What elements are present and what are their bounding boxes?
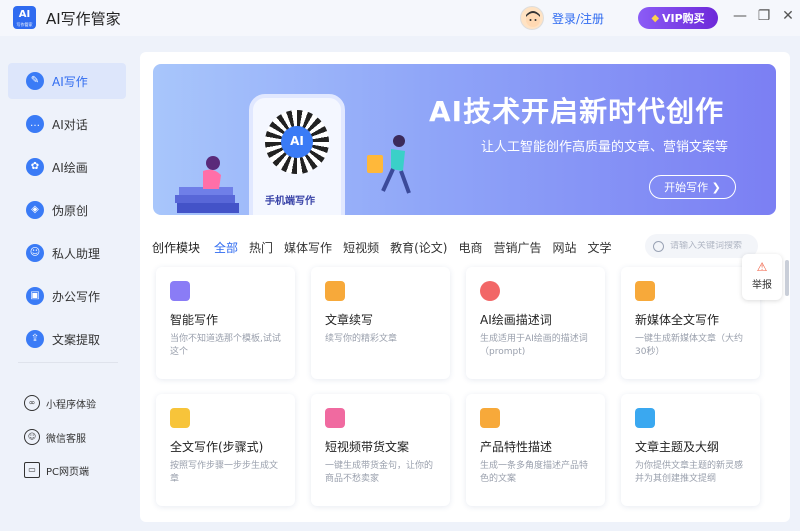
card-continue-writing[interactable]: 文章续写 续写你的精彩文章 [311,267,450,379]
tab-short-video[interactable]: 短视频 [343,239,379,256]
running-person-illustration [367,135,411,194]
mini-program-link[interactable]: ∞ 小程序体验 [24,395,96,411]
document-list-icon [170,408,190,428]
document-icon [325,281,345,301]
sidebar-item-label: AI写作 [52,74,88,89]
rewrite-icon: ◈ [26,201,44,219]
tab-all[interactable]: 全部 [214,239,238,256]
sidebar-item-copy-extract[interactable]: ⇪ 文案提取 [8,321,126,357]
main-panel: AI 手机端写作 AI技术开启新时代创作 让人工智能创作高质量的文章、营销文案等… [140,52,790,522]
restore-button[interactable]: ❐ [755,8,773,24]
document-pen-icon [170,281,190,301]
office-icon: ▣ [26,287,44,305]
category-label: 创作模块 [152,240,201,255]
tab-marketing[interactable]: 营销广告 [493,239,541,256]
sidebar-item-label: 伪原创 [52,203,89,218]
sidebar-item-label: 办公写作 [52,289,101,304]
chat-bubble-icon: … [26,115,44,133]
search-input[interactable] [670,241,755,251]
sidebar-divider [18,362,118,363]
monitor-icon: ▭ [24,462,40,478]
card-step-writing[interactable]: 全文写作(步骤式) 按照写作步骤一步步生成文章 [156,394,295,506]
palette-icon: ✿ [26,158,44,176]
tab-website[interactable]: 网站 [552,239,576,256]
close-button[interactable]: ✕ [779,8,797,24]
document-icon [635,281,655,301]
sidebar-item-ai-chat[interactable]: … AI对话 [8,106,126,142]
assistant-icon: ☺ [26,244,44,262]
sidebar-item-label: AI对话 [52,117,88,132]
banner-subtitle: 让人工智能创作高质量的文章、营销文案等 [481,140,729,155]
pc-web-link[interactable]: ▭ PC网页端 [24,462,89,478]
user-avatar[interactable] [520,6,544,30]
card-smart-writing[interactable]: 智能写作 当你不知道选那个模板,试试这个 [156,267,295,379]
tab-education[interactable]: 教育(论文) [390,239,447,256]
search-icon [653,240,664,252]
sidebar-item-personal-assistant[interactable]: ☺ 私人助理 [8,235,126,271]
card-article-outline[interactable]: 文章主题及大纲 为你提供文章主题的新灵感 并为其创建推文提纲 [621,394,760,506]
tab-literature[interactable]: 文学 [588,239,612,256]
report-label: 举报 [752,280,772,291]
app-title: AI写作管家 [46,10,121,28]
mini-program-icon: ∞ [24,395,40,411]
tab-hot[interactable]: 热门 [249,239,273,256]
scrollbar[interactable] [785,260,789,296]
reading-person-illustration [175,156,239,213]
sidebar-item-office-writing[interactable]: ▣ 办公写作 [8,278,126,314]
card-short-video-copy[interactable]: 短视频带货文案 一键生成带货金句，让你的商品不愁卖家 [311,394,450,506]
palette-icon [480,281,500,301]
diamond-icon: ◆ [651,12,660,24]
app-logo: AI 写作管家 [13,6,36,29]
alarm-icon: ⚠ [756,260,768,274]
video-play-icon [325,408,345,428]
vip-purchase-button[interactable]: ◆ VIP购买 [638,7,718,29]
vip-label: VIP购买 [662,12,705,25]
phone-writing-label: 手机端写作 [265,196,315,207]
tab-media-writing[interactable]: 媒体写作 [284,239,332,256]
sidebar-item-label: 私人助理 [52,246,101,261]
sidebar-item-label: 文案提取 [52,332,101,347]
report-button[interactable]: ⚠ 举报 [742,254,782,300]
start-writing-button[interactable]: 开始写作 ❯ [649,175,736,199]
qr-logo: AI [281,126,313,158]
title-bar: AI 写作管家 AI写作管家 登录/注册 ◆ VIP购买 — ❐ ✕ [0,0,800,36]
qr-code: AI [265,110,329,174]
sidebar-item-ai-painting[interactable]: ✿ AI绘画 [8,149,126,185]
sidebar-item-label: AI绘画 [52,160,88,175]
wechat-support-link[interactable]: ☺ 微信客服 [24,429,86,445]
wechat-icon: ☺ [24,429,40,445]
card-product-features[interactable]: 产品特性描述 生成一条多角度描述产品特色的文案 [466,394,605,506]
promo-banner: AI 手机端写作 AI技术开启新时代创作 让人工智能创作高质量的文章、营销文案等… [153,64,776,215]
tab-ecommerce[interactable]: 电商 [458,239,482,256]
banner-title: AI技术开启新时代创作 [429,95,725,128]
extract-icon: ⇪ [26,330,44,348]
sidebar: ✎ AI写作 … AI对话 ✿ AI绘画 ◈ 伪原创 ☺ 私人助理 ▣ 办公写作… [0,52,134,531]
sidebar-item-ai-writing[interactable]: ✎ AI写作 [8,63,126,99]
category-bar: 创作模块 全部 热门 媒体写作 短视频 教育(论文) 电商 营销广告 网站 文学 [152,237,623,257]
pen-icon: ✎ [26,72,44,90]
login-register-link[interactable]: 登录/注册 [552,10,604,27]
product-document-icon [480,408,500,428]
card-ai-painting-prompt[interactable]: AI绘画描述词 生成适用于AI绘画的描述词（prompt) [466,267,605,379]
sidebar-item-pseudo-original[interactable]: ◈ 伪原创 [8,192,126,228]
outline-document-icon [635,408,655,428]
card-new-media-writing[interactable]: 新媒体全文写作 一键生成新媒体文章（大约30秒） [621,267,760,379]
search-box[interactable] [645,234,758,258]
minimize-button[interactable]: — [731,8,749,24]
